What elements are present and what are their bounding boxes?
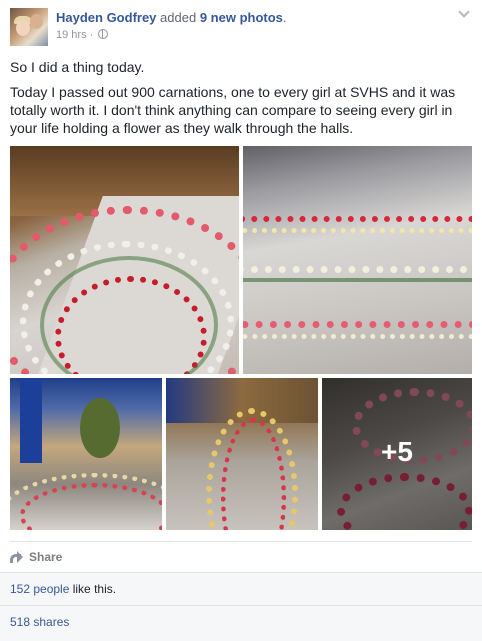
facebook-post: Hayden Godfrey added 9 new photos. 19 hr… bbox=[0, 0, 482, 641]
post-text-line2: Today I passed out 900 carnations, one t… bbox=[10, 84, 456, 136]
share-arrow-icon bbox=[10, 551, 23, 563]
chevron-down-icon[interactable] bbox=[458, 8, 470, 18]
photo-count-link[interactable]: 9 new photos bbox=[200, 10, 283, 25]
post-meta: 19 hrs · bbox=[56, 28, 109, 42]
action-verb: added bbox=[160, 10, 197, 25]
post-text-line1: So I did a thing today. bbox=[10, 59, 145, 75]
timestamp[interactable]: 19 hrs bbox=[56, 29, 87, 41]
share-button[interactable]: Share bbox=[10, 549, 62, 565]
globe-icon[interactable] bbox=[98, 29, 109, 39]
share-label: Share bbox=[29, 550, 63, 564]
divider bbox=[10, 541, 472, 542]
photo-4[interactable] bbox=[166, 378, 318, 530]
likes-summary: 152 people like this. bbox=[0, 572, 482, 605]
author-name[interactable]: Hayden Godfrey bbox=[56, 10, 156, 25]
photo-2[interactable] bbox=[243, 146, 472, 374]
shares-link[interactable]: 518 shares bbox=[10, 615, 69, 629]
author-avatar[interactable] bbox=[10, 8, 48, 46]
meta-separator: · bbox=[89, 29, 94, 41]
photo-5-more[interactable]: +5 bbox=[322, 378, 472, 530]
likes-link[interactable]: 152 people bbox=[10, 582, 69, 596]
action-suffix: . bbox=[282, 10, 287, 25]
more-photos-count: +5 bbox=[381, 436, 413, 467]
author-line: Hayden Godfrey added 9 new photos. bbox=[56, 10, 287, 26]
likes-suffix: like this. bbox=[69, 582, 117, 596]
photo-1[interactable] bbox=[10, 146, 239, 374]
photo-3[interactable] bbox=[10, 378, 162, 530]
shares-summary: 518 shares bbox=[0, 605, 482, 641]
post-header: Hayden Godfrey added 9 new photos. 19 hr… bbox=[0, 0, 482, 50]
